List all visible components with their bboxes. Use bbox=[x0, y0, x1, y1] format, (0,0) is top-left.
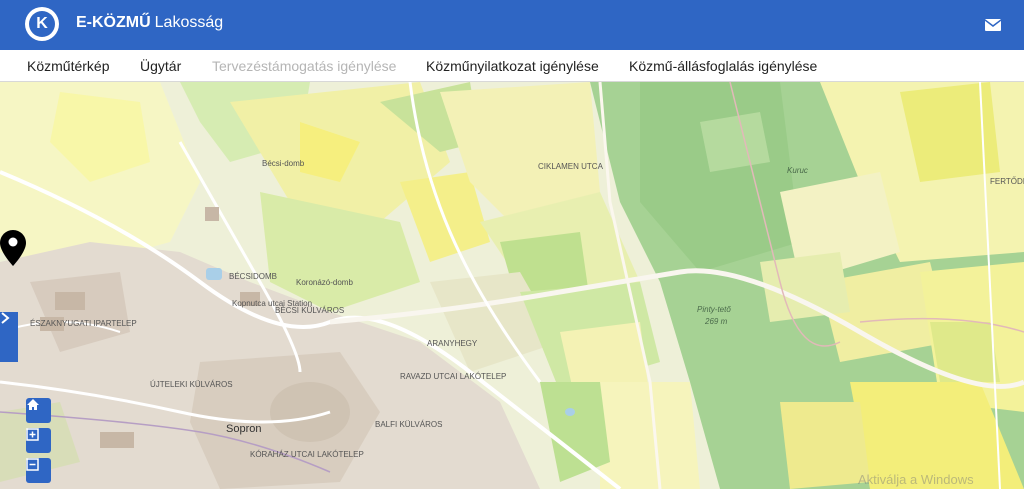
map-label-korhaz: KÓRAHÁZ UTCAI LAKÓTELEP bbox=[250, 450, 364, 459]
nav-item-kozmu-allasfoglalas[interactable]: Közmű-állásfoglalás igénylése bbox=[629, 58, 817, 74]
zoom-out-button[interactable] bbox=[26, 458, 51, 483]
home-icon bbox=[27, 399, 39, 410]
map-label-balfi: BALFI KÜLVÁROS bbox=[375, 420, 443, 429]
chevron-right-icon bbox=[1, 312, 10, 324]
map-marker-icon[interactable] bbox=[0, 230, 26, 266]
map-label-ujteleki: ÚJTELEKI KÜLVÁROS bbox=[150, 380, 233, 389]
main-nav: Közműtérkép Ügytár Tervezéstámogatás igé… bbox=[0, 50, 1024, 82]
map-canvas bbox=[0, 82, 1024, 489]
map-label-ipartelep: ÉSZAKNYUGATI IPARTELEP bbox=[30, 319, 137, 328]
zoom-out-icon bbox=[26, 458, 39, 471]
map-label-aranyhegy: ARANYHEGY bbox=[427, 339, 478, 348]
zoom-in-button[interactable] bbox=[26, 428, 51, 453]
zoom-in-icon bbox=[26, 428, 39, 441]
nav-item-kozmunyilatkozat[interactable]: Közműnyilatkozat igénylése bbox=[426, 58, 599, 74]
map-label-sopron: Sopron bbox=[226, 423, 262, 435]
app-logo[interactable]: K bbox=[25, 7, 59, 41]
map-label-kuruc: Kuruc bbox=[787, 166, 808, 175]
brand-name: E-KÖZMŰ bbox=[76, 14, 151, 31]
map-label-station: Kopnutca utcai Station bbox=[232, 299, 313, 308]
windows-activation-watermark: Aktiválja a Windows bbox=[858, 472, 974, 487]
map-label-ciklamen: CIKLAMEN UTCA bbox=[538, 162, 603, 171]
logo-letter: K bbox=[29, 11, 55, 37]
side-panel-toggle[interactable] bbox=[0, 312, 18, 362]
map-label-becsidomb: BÉCSIDOMB bbox=[229, 272, 278, 281]
map-label-pinty-teto: Pinty-tető bbox=[697, 305, 731, 314]
map-label-koronazo-domb: Koronázó-domb bbox=[296, 278, 353, 287]
mail-icon[interactable] bbox=[985, 19, 1001, 31]
map-label-becsi-domb: Bécsi-domb bbox=[262, 159, 305, 168]
nav-item-kozmuterkep[interactable]: Közműtérkép bbox=[27, 58, 109, 74]
map-view[interactable]: Bécsi-domb BÉCSIDOMB Koronázó-domb ÉSZAK… bbox=[0, 82, 1024, 489]
map-label-pinty-elev: 269 m bbox=[705, 317, 728, 326]
nav-item-ugytar[interactable]: Ügytár bbox=[140, 58, 181, 74]
home-button[interactable] bbox=[26, 398, 51, 423]
app-title: E-KÖZMŰ Lakosság bbox=[76, 14, 223, 32]
map-label-fertodi: FERTŐDI ÚT bbox=[990, 177, 1024, 186]
app-header: K E-KÖZMŰ Lakosság bbox=[0, 0, 1024, 50]
map-label-ravazd: RAVAZD UTCAI LAKÓTELEP bbox=[400, 372, 507, 381]
brand-subtitle: Lakosság bbox=[154, 14, 224, 31]
nav-item-tervezestamogatas: Tervezéstámogatás igénylése bbox=[212, 58, 397, 74]
